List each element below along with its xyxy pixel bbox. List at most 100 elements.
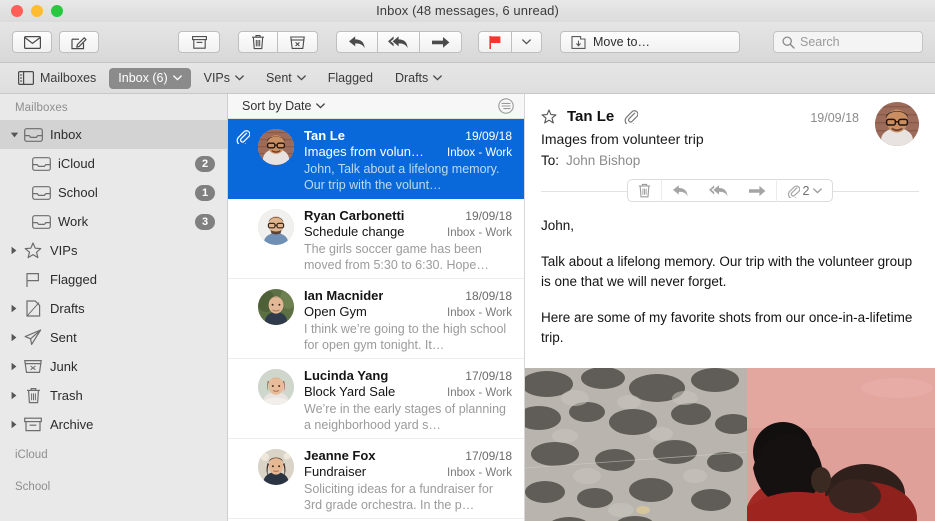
junk-icon xyxy=(290,35,305,50)
sidebar-item-school[interactable]: School 1 xyxy=(0,178,227,207)
flag-button[interactable] xyxy=(478,31,512,53)
message-sender: Tan Le xyxy=(304,128,345,143)
message-row[interactable]: Jeanne Fox 17/09/18 Fundraiser Inbox - W… xyxy=(228,439,524,519)
sidebar: Mailboxes Inbox iCloud 2 xyxy=(0,94,228,521)
message-attachments-images xyxy=(525,368,935,521)
message-subject: Images from volun… xyxy=(304,144,424,159)
message-mailbox: Inbox - Work xyxy=(447,147,512,159)
avatar xyxy=(258,369,294,405)
forward-button[interactable] xyxy=(420,31,462,53)
reply-all-arrow-icon xyxy=(388,35,409,50)
filter-icon[interactable] xyxy=(498,98,514,114)
message-preview: I think we’re going to the high school f… xyxy=(304,321,512,353)
reader-delete-button[interactable] xyxy=(628,179,661,202)
reader-attachments-button[interactable]: 2 xyxy=(776,179,833,202)
message-header: Tan Le 19/09/18 xyxy=(525,94,935,202)
delete-button[interactable] xyxy=(238,31,278,53)
message-actions-group: 2 xyxy=(627,179,834,202)
photo-boy-red-shirt[interactable] xyxy=(747,368,935,521)
sidebar-item-drafts[interactable]: Drafts xyxy=(0,294,227,323)
archive-button[interactable] xyxy=(178,31,220,53)
sidebar-item-junk[interactable]: Junk xyxy=(0,352,227,381)
sidebar-item-flagged-label: Flagged xyxy=(50,272,215,287)
message-subject: Fundraiser xyxy=(304,464,366,479)
favorite-drafts-label: Drafts xyxy=(395,71,428,85)
avatar xyxy=(258,289,294,325)
sidebar-item-work[interactable]: Work 3 xyxy=(0,207,227,236)
sidebar-item-flagged[interactable]: Flagged xyxy=(0,265,227,294)
sidebar-section-school[interactable]: School xyxy=(0,471,227,503)
sidebar-item-trash[interactable]: Trash xyxy=(0,381,227,410)
favorite-flagged[interactable]: Flagged xyxy=(319,68,382,89)
junk-icon xyxy=(22,359,44,374)
sidebar-header: Mailboxes xyxy=(0,99,227,120)
attachment-indicator-empty xyxy=(236,448,258,508)
move-to-button[interactable]: Move to… xyxy=(560,31,740,53)
chevron-down-icon xyxy=(173,75,182,81)
favorite-drafts[interactable]: Drafts xyxy=(386,68,451,89)
mail-window: Inbox (48 messages, 6 unread) xyxy=(0,0,935,521)
junk-button[interactable] xyxy=(278,31,318,53)
sort-by-button[interactable]: Sort by Date xyxy=(242,99,325,113)
favorites-bar: Mailboxes Inbox (6) VIPs Sent Flagged Dr… xyxy=(0,63,935,94)
message-row[interactable]: Lucinda Yang 17/09/18 Block Yard Sale In… xyxy=(228,359,524,439)
toggle-mailboxes-button[interactable]: Mailboxes xyxy=(14,68,105,89)
sidebar-item-junk-label: Junk xyxy=(50,359,215,374)
disclosure-right-icon[interactable] xyxy=(6,391,22,400)
sort-bar: Sort by Date xyxy=(228,94,524,119)
message-row[interactable]: Tan Le 19/09/18 Images from volun… Inbox… xyxy=(228,119,524,199)
sidebar-item-inbox[interactable]: Inbox xyxy=(0,120,227,149)
get-mail-button[interactable] xyxy=(12,31,52,53)
favorite-inbox-label: Inbox (6) xyxy=(118,71,167,85)
sort-by-label: Sort by Date xyxy=(242,99,311,113)
message-sender: Jeanne Fox xyxy=(304,448,376,463)
reader-date: 19/09/18 xyxy=(810,111,859,125)
sidebar-item-sent[interactable]: Sent xyxy=(0,323,227,352)
attachment-count: 2 xyxy=(803,184,810,198)
avatar xyxy=(258,129,294,165)
chevron-down-icon xyxy=(316,103,325,109)
disclosure-right-icon[interactable] xyxy=(6,333,22,342)
reader-reply-all-button[interactable] xyxy=(699,179,739,202)
search-field[interactable]: Search xyxy=(773,31,923,53)
attachment-paperclip-icon[interactable] xyxy=(624,109,638,124)
reader-reply-button[interactable] xyxy=(661,179,699,202)
body-paragraph: Here are some of my favorite shots from … xyxy=(541,308,919,348)
disclosure-right-icon[interactable] xyxy=(6,304,22,313)
search-placeholder: Search xyxy=(800,35,840,49)
compose-button[interactable] xyxy=(59,31,99,53)
toolbar-group-flag xyxy=(478,31,542,53)
reply-button[interactable] xyxy=(336,31,378,53)
reader-avatar xyxy=(875,102,919,146)
sidebar-item-icloud-label: iCloud xyxy=(58,156,195,171)
message-row[interactable]: Ryan Carbonetti 19/09/18 Schedule change… xyxy=(228,199,524,279)
favorite-vips[interactable]: VIPs xyxy=(195,68,253,89)
toolbar-group-archive xyxy=(178,31,220,53)
reader-forward-button[interactable] xyxy=(739,179,776,202)
sidebar-item-vips[interactable]: VIPs xyxy=(0,236,227,265)
disclosure-right-icon[interactable] xyxy=(6,362,22,371)
message-row[interactable]: Ian Macnider 18/09/18 Open Gym Inbox - W… xyxy=(228,279,524,359)
flag-menu-button[interactable] xyxy=(512,31,542,53)
sidebar-item-archive[interactable]: Archive xyxy=(0,410,227,439)
compose-pencil-icon xyxy=(71,35,87,50)
reply-all-button[interactable] xyxy=(378,31,420,53)
message-date: 17/09/18 xyxy=(465,369,512,383)
search-icon xyxy=(782,36,795,49)
sidebar-item-inbox-label: Inbox xyxy=(50,127,215,142)
disclosure-right-icon[interactable] xyxy=(6,246,22,255)
sidebar-section-icloud[interactable]: iCloud xyxy=(0,439,227,471)
favorite-inbox[interactable]: Inbox (6) xyxy=(109,68,190,89)
photo-shadow-pavement[interactable] xyxy=(525,368,747,521)
sidebar-item-trash-label: Trash xyxy=(50,388,215,403)
sidebar-item-school-label: School xyxy=(58,185,195,200)
disclosure-right-icon[interactable] xyxy=(6,420,22,429)
message-content: Lucinda Yang 17/09/18 Block Yard Sale In… xyxy=(304,368,512,428)
sidebar-item-icloud[interactable]: iCloud 2 xyxy=(0,149,227,178)
message-content: Ian Macnider 18/09/18 Open Gym Inbox - W… xyxy=(304,288,512,348)
vip-star-icon[interactable] xyxy=(541,109,557,124)
toolbar: Move to… Search xyxy=(0,22,935,63)
favorite-sent[interactable]: Sent xyxy=(257,68,315,89)
sidebar-item-vips-label: VIPs xyxy=(50,243,215,258)
disclosure-down-icon[interactable] xyxy=(6,131,22,139)
